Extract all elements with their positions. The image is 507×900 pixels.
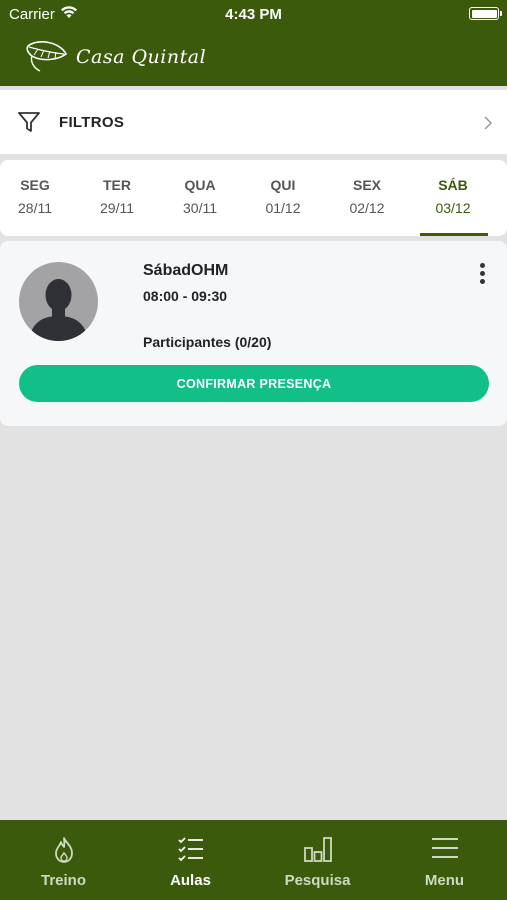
tab-label: Treino <box>40 872 86 889</box>
day-name: TER <box>103 177 131 193</box>
tab-pesquisa[interactable]: Pesquisa <box>254 820 381 900</box>
status-time: 4:43 PM <box>225 6 282 23</box>
day-date: 29/11 <box>100 200 134 216</box>
filters-row[interactable]: FILTROS <box>0 90 507 154</box>
app-header: Carrier 4:43 PM Casa Quintal <box>0 0 507 86</box>
day-date: 28/11 <box>18 200 52 216</box>
participants-count: Participantes (0/20) <box>143 334 272 350</box>
class-card: SábadOHM 08:00 - 09:30 Participantes (0/… <box>0 241 507 426</box>
tab-label: Aulas <box>170 872 211 889</box>
day-name: QUI <box>270 177 296 193</box>
flame-icon <box>54 837 73 863</box>
day-name: QUA <box>184 177 216 193</box>
person-silhouette-icon <box>29 279 88 341</box>
bottom-tab-bar: Treino Aulas Pesquisa Menu <box>0 820 507 900</box>
day-date: 02/12 <box>349 200 385 216</box>
checklist-icon <box>177 837 203 862</box>
selected-day-indicator <box>420 233 488 236</box>
hamburger-menu-icon <box>431 838 458 858</box>
day-tab-sex[interactable]: SEX 02/12 <box>332 160 402 236</box>
avatar <box>19 262 98 341</box>
app-logo: Casa Quintal <box>24 38 206 76</box>
battery-icon <box>469 7 502 20</box>
more-options-icon[interactable] <box>476 263 488 287</box>
day-tab-qua[interactable]: QUA 30/11 <box>165 160 235 236</box>
day-tab-sab[interactable]: SÁB 03/12 <box>418 160 488 236</box>
tab-label: Menu <box>424 872 465 889</box>
tab-menu[interactable]: Menu <box>381 820 507 900</box>
tab-aulas[interactable]: Aulas <box>127 820 254 900</box>
day-date: 30/11 <box>183 200 217 216</box>
status-bar: Carrier 4:43 PM <box>0 0 507 30</box>
day-tab-qui[interactable]: QUI 01/12 <box>248 160 318 236</box>
class-title: SábadOHM <box>143 262 229 279</box>
filter-icon <box>18 112 40 132</box>
logo-text: Casa Quintal <box>76 46 207 68</box>
bar-chart-icon <box>303 837 332 862</box>
day-selector: SEG 28/11 TER 29/11 QUA 30/11 QUI 01/12 … <box>0 160 507 236</box>
day-name: SEX <box>352 177 381 193</box>
day-tab-seg[interactable]: SEG 28/11 <box>0 160 70 236</box>
leaf-logo-icon <box>26 41 68 72</box>
day-name: SÁB <box>438 177 468 193</box>
class-time: 08:00 - 09:30 <box>143 288 228 304</box>
filters-label: FILTROS <box>59 114 125 131</box>
day-date: 01/12 <box>265 200 301 216</box>
confirm-attendance-button[interactable]: CONFIRMAR PRESENÇA <box>19 365 489 402</box>
day-date: 03/12 <box>435 200 471 216</box>
tab-label: Pesquisa <box>284 872 351 889</box>
chevron-right-icon <box>484 116 493 130</box>
day-tab-ter[interactable]: TER 29/11 <box>82 160 152 236</box>
day-name: SEG <box>20 177 50 193</box>
tab-treino[interactable]: Treino <box>0 820 127 900</box>
